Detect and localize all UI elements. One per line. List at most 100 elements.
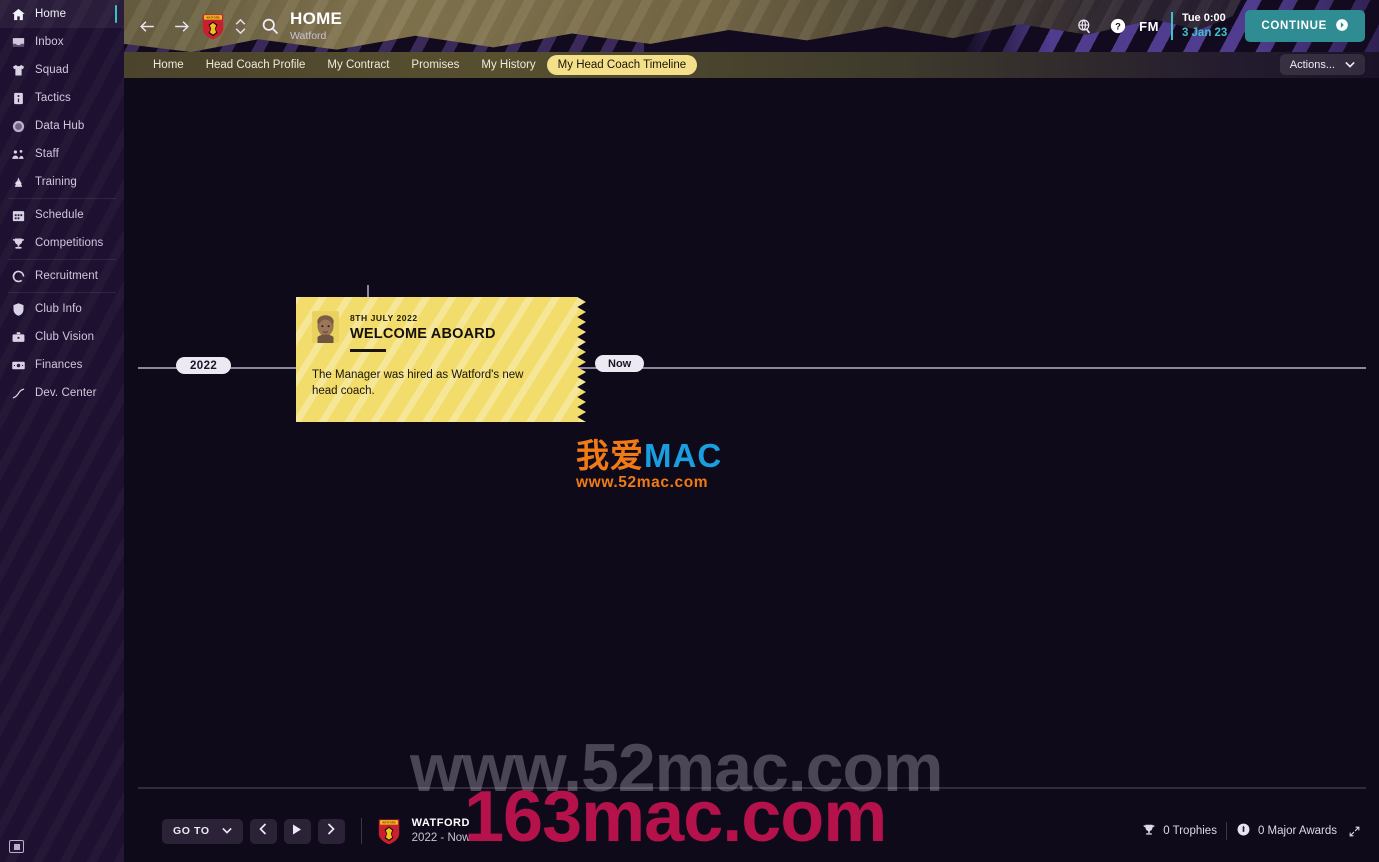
bottom-bar-club-info: WATFORD 2022 - Now (412, 816, 471, 846)
club-name: WATFORD (411, 816, 470, 829)
medal-icon (1236, 822, 1251, 840)
page-title-block: HOME Watford (290, 10, 342, 42)
chevron-right-icon (327, 822, 335, 840)
sidebar-item-label: Training (35, 176, 77, 188)
sidebar-item-data-hub[interactable]: Data Hub (0, 112, 124, 140)
sidebar-item-home[interactable]: Home (0, 0, 124, 28)
card-title: WELCOME ABOARD (350, 326, 496, 342)
svg-text:WATFORD: WATFORD (382, 821, 396, 825)
awards-stat: 0 Major Awards (1236, 822, 1337, 840)
sidebar-item-inbox[interactable]: Inbox (0, 28, 124, 56)
tab-promises[interactable]: Promises (400, 55, 470, 75)
recruitment-icon (10, 268, 26, 284)
fm-logo: FM (1139, 18, 1159, 34)
expand-icon[interactable] (1348, 825, 1361, 838)
chevron-left-icon (259, 822, 267, 840)
game-date: 3 Jan 23 (1181, 26, 1228, 39)
inbox-icon (10, 34, 26, 50)
sidebar-item-label: Recruitment (35, 270, 99, 282)
arrow-right-icon[interactable] (168, 13, 194, 39)
home-icon (10, 6, 26, 22)
card-divider (350, 349, 386, 352)
go-to-label: GO TO (173, 825, 210, 837)
continue-button[interactable]: CONTINUE (1245, 10, 1365, 42)
tab-head-coach-profile[interactable]: Head Coach Profile (195, 55, 317, 75)
sidebar-item-staff[interactable]: Staff (0, 140, 124, 168)
sidebar-item-label: Inbox (35, 36, 64, 48)
tab-my-head-coach-timeline[interactable]: My Head Coach Timeline (546, 55, 698, 75)
sidebar-item-training[interactable]: Training (0, 168, 124, 196)
sidebar-item-label: Squad (35, 64, 69, 76)
arrow-left-icon[interactable] (134, 13, 160, 39)
sidebar-item-label: Home (35, 8, 67, 20)
sidebar-item-recruitment[interactable]: Recruitment (0, 262, 124, 290)
tab-my-contract[interactable]: My Contract (316, 55, 400, 75)
timeline-canvas: 2022 Now 8TH JULY 2022 WELCOME ABOARD Th… (124, 78, 1379, 862)
go-to-dropdown-button[interactable]: GO TO (162, 818, 243, 844)
watermark-logo-url: www.52mac.com (576, 474, 709, 491)
timeline-event-card[interactable]: 8TH JULY 2022 WELCOME ABOARD The Manager… (296, 297, 586, 422)
play-button[interactable] (283, 818, 311, 844)
watermark-red-text: 163mac.com (464, 777, 887, 857)
next-button[interactable] (317, 818, 345, 844)
actions-label: Actions... (1289, 58, 1335, 71)
sidebar-item-label: Tactics (35, 92, 71, 104)
globe-icon[interactable] (1067, 18, 1101, 35)
trophies-stat: 0 Trophies (1142, 823, 1217, 840)
sidebar-item-tactics[interactable]: Tactics (0, 84, 124, 112)
chevron-down-icon (1345, 59, 1355, 71)
svg-text:WATFORD: WATFORD (206, 16, 220, 20)
sidebar-item-squad[interactable]: Squad (0, 56, 124, 84)
watermark-logo-cn: 我爱 (576, 437, 644, 474)
money-icon (10, 357, 26, 373)
game-date-block: Tue 0:00 3 Jan 23 (1170, 11, 1228, 41)
sidebar-item-label: Club Info (35, 303, 82, 315)
tab-my-history[interactable]: My History (470, 55, 546, 75)
sidebar-item-schedule[interactable]: Schedule (0, 201, 124, 229)
tab-home[interactable]: Home (142, 55, 195, 75)
timeline-year-label: 2022 (176, 357, 232, 374)
trophy-icon (1142, 823, 1156, 840)
main-sidebar: Home Inbox Squad Tactics Data Hub Staff … (0, 0, 124, 862)
watermark-logo-en: MAC (644, 437, 723, 474)
sidebar-collapse-icon[interactable] (9, 840, 24, 853)
section-tab-bar: Home Head Coach Profile My Contract Prom… (124, 52, 1379, 78)
sidebar-item-label: Club Vision (35, 331, 95, 343)
sidebar-item-dev-center[interactable]: Dev. Center (0, 379, 124, 407)
watermark-logo: 我爱MAC www.52mac.com (576, 439, 722, 492)
stat-divider (1225, 822, 1227, 840)
help-icon[interactable]: ? (1101, 17, 1135, 35)
sidebar-divider (8, 198, 116, 199)
sidebar-item-club-vision[interactable]: Club Vision (0, 323, 124, 351)
chevron-updown-icon[interactable] (234, 18, 246, 34)
shield-icon (10, 301, 26, 317)
page-title: HOME (290, 9, 343, 29)
growth-icon (10, 385, 26, 401)
trophy-icon (10, 235, 26, 251)
watford-badge-icon[interactable]: WATFORD (200, 12, 226, 40)
sidebar-item-label: Data Hub (35, 120, 85, 132)
sidebar-item-label: Schedule (35, 209, 84, 221)
trophies-label: 0 Trophies (1163, 825, 1217, 837)
sidebar-divider (8, 259, 116, 260)
actions-dropdown-button[interactable]: Actions... (1279, 54, 1365, 75)
awards-label: 0 Major Awards (1257, 825, 1337, 837)
sidebar-item-finances[interactable]: Finances (0, 351, 124, 379)
card-date: 8TH JULY 2022 (350, 313, 418, 323)
card-description: The Manager was hired as Watford's new h… (312, 369, 524, 397)
training-icon (10, 174, 26, 190)
staff-icon (10, 146, 26, 162)
club-tenure-range: 2022 - Now (411, 831, 471, 844)
sidebar-item-label: Finances (35, 359, 83, 371)
sidebar-item-label: Competitions (35, 237, 104, 249)
previous-button[interactable] (249, 818, 277, 844)
sidebar-item-competitions[interactable]: Competitions (0, 229, 124, 257)
continue-label: CONTINUE (1261, 20, 1327, 32)
game-time: Tue 0:00 (1181, 11, 1226, 24)
svg-text:?: ? (1115, 21, 1121, 31)
fm-application-window: Home Inbox Squad Tactics Data Hub Staff … (0, 0, 1379, 862)
search-icon[interactable] (260, 16, 280, 36)
sidebar-item-club-info[interactable]: Club Info (0, 295, 124, 323)
sidebar-item-label: Staff (35, 148, 59, 160)
tactics-icon (10, 90, 26, 106)
